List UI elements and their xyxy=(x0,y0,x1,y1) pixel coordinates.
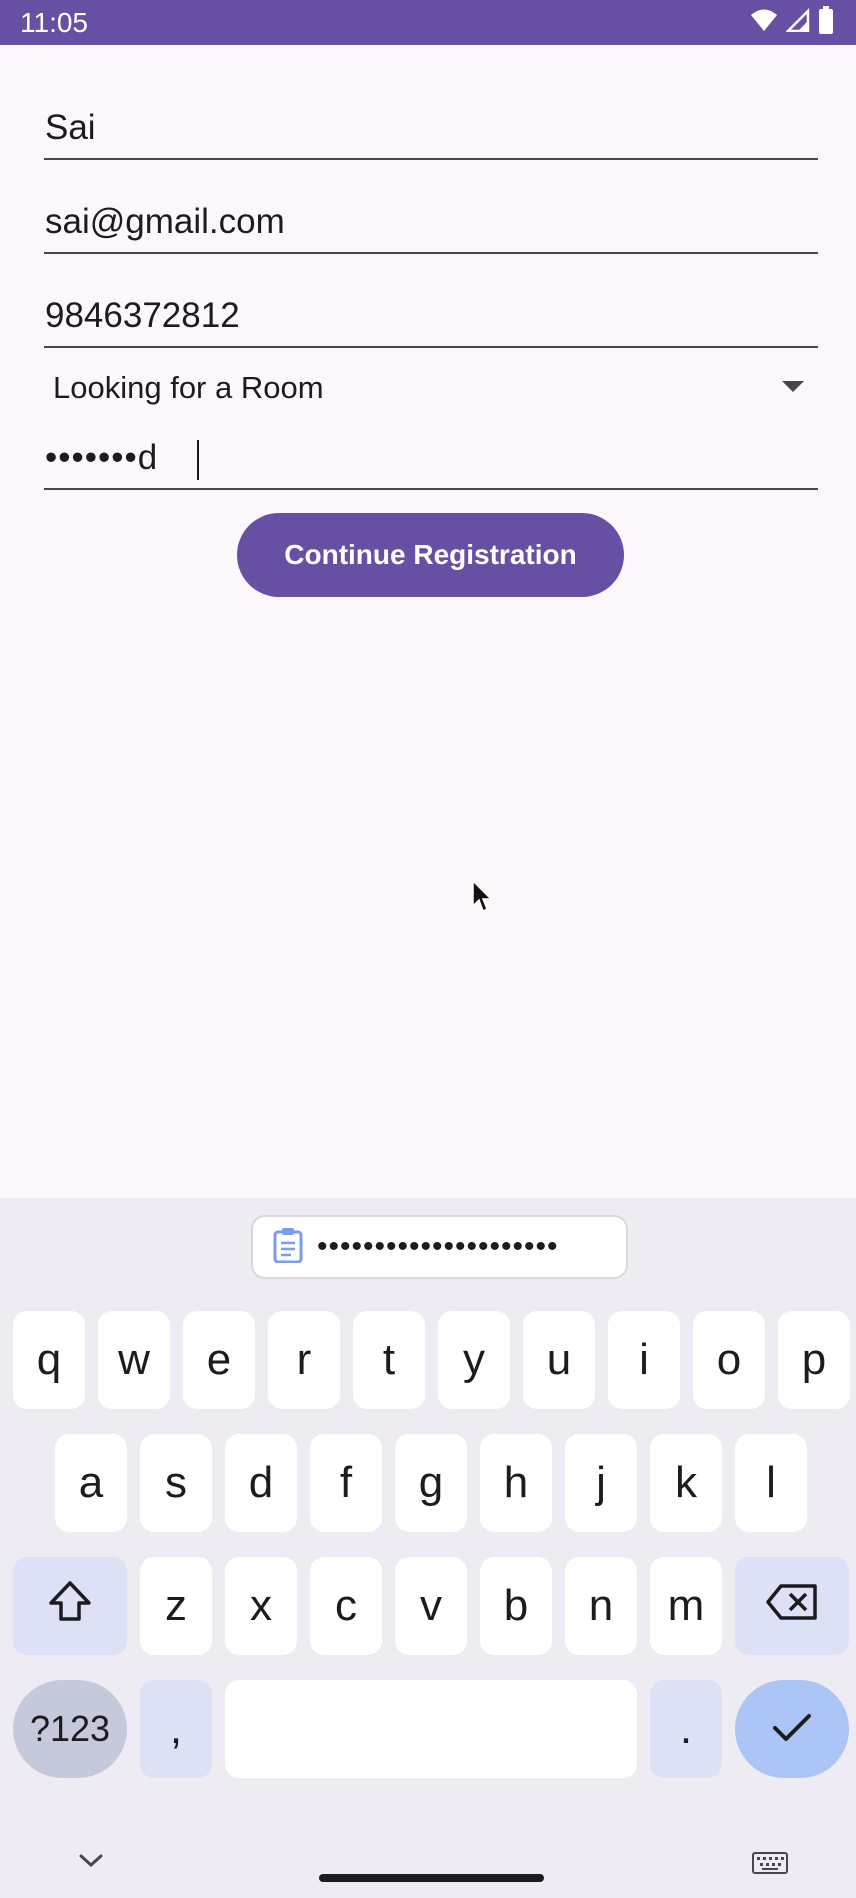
gesture-navigation-bar[interactable] xyxy=(319,1874,544,1882)
period-key[interactable]: . xyxy=(650,1680,722,1778)
on-screen-keyboard: ••••••••••••••••••••• q w e r t y u i o … xyxy=(0,1198,856,1898)
phone-input[interactable] xyxy=(44,286,818,346)
key-z[interactable]: z xyxy=(140,1557,212,1655)
key-b[interactable]: b xyxy=(480,1557,552,1655)
password-field[interactable] xyxy=(44,428,818,490)
key-k[interactable]: k xyxy=(650,1434,722,1532)
backspace-icon xyxy=(766,1581,818,1631)
dropdown-arrow-icon xyxy=(782,380,804,398)
done-key[interactable] xyxy=(735,1680,849,1778)
key-m[interactable]: m xyxy=(650,1557,722,1655)
battery-icon xyxy=(818,5,834,39)
wifi-icon xyxy=(750,8,778,37)
key-g[interactable]: g xyxy=(395,1434,467,1532)
key-x[interactable]: x xyxy=(225,1557,297,1655)
symbols-key[interactable]: ?123 xyxy=(13,1680,127,1778)
role-dropdown[interactable]: Looking for a Room xyxy=(44,362,804,414)
key-t[interactable]: t xyxy=(353,1311,425,1409)
email-field[interactable] xyxy=(44,192,818,254)
continue-registration-button[interactable]: Continue Registration xyxy=(237,513,624,597)
phone-field[interactable] xyxy=(44,286,818,348)
mouse-pointer-icon xyxy=(472,879,493,919)
comma-key[interactable]: , xyxy=(140,1680,212,1778)
name-input[interactable] xyxy=(44,98,818,158)
hide-keyboard-chevron-icon[interactable] xyxy=(78,1853,104,1874)
status-bar: 11:05 xyxy=(0,0,856,45)
name-field[interactable] xyxy=(44,98,818,160)
text-caret xyxy=(197,440,199,480)
key-l[interactable]: l xyxy=(735,1434,807,1532)
key-r[interactable]: r xyxy=(268,1311,340,1409)
key-v[interactable]: v xyxy=(395,1557,467,1655)
key-q[interactable]: q xyxy=(13,1311,85,1409)
clipboard-icon xyxy=(273,1227,303,1268)
key-d[interactable]: d xyxy=(225,1434,297,1532)
key-o[interactable]: o xyxy=(693,1311,765,1409)
clipboard-suggestion[interactable]: ••••••••••••••••••••• xyxy=(251,1215,628,1279)
shift-icon xyxy=(47,1580,93,1633)
role-selected-value: Looking for a Room xyxy=(53,370,324,405)
password-input[interactable] xyxy=(44,428,818,488)
key-f[interactable]: f xyxy=(310,1434,382,1532)
key-e[interactable]: e xyxy=(183,1311,255,1409)
app-screen: 11:05 Looking for a Room Continue xyxy=(0,0,856,1898)
key-j[interactable]: j xyxy=(565,1434,637,1532)
cell-signal-icon xyxy=(784,7,810,37)
key-i[interactable]: i xyxy=(608,1311,680,1409)
clipboard-suggestion-text: ••••••••••••••••••••• xyxy=(317,1230,559,1263)
key-a[interactable]: a xyxy=(55,1434,127,1532)
email-input[interactable] xyxy=(44,192,818,252)
key-y[interactable]: y xyxy=(438,1311,510,1409)
key-u[interactable]: u xyxy=(523,1311,595,1409)
key-c[interactable]: c xyxy=(310,1557,382,1655)
key-h[interactable]: h xyxy=(480,1434,552,1532)
backspace-key[interactable] xyxy=(735,1557,849,1655)
key-p[interactable]: p xyxy=(778,1311,850,1409)
key-s[interactable]: s xyxy=(140,1434,212,1532)
shift-key[interactable] xyxy=(13,1557,127,1655)
key-w[interactable]: w xyxy=(98,1311,170,1409)
spacebar[interactable] xyxy=(225,1680,637,1778)
key-n[interactable]: n xyxy=(565,1557,637,1655)
status-icons xyxy=(750,5,834,39)
checkmark-icon xyxy=(772,1704,812,1754)
keyboard-switch-icon[interactable] xyxy=(752,1852,788,1879)
status-time: 11:05 xyxy=(20,7,88,38)
